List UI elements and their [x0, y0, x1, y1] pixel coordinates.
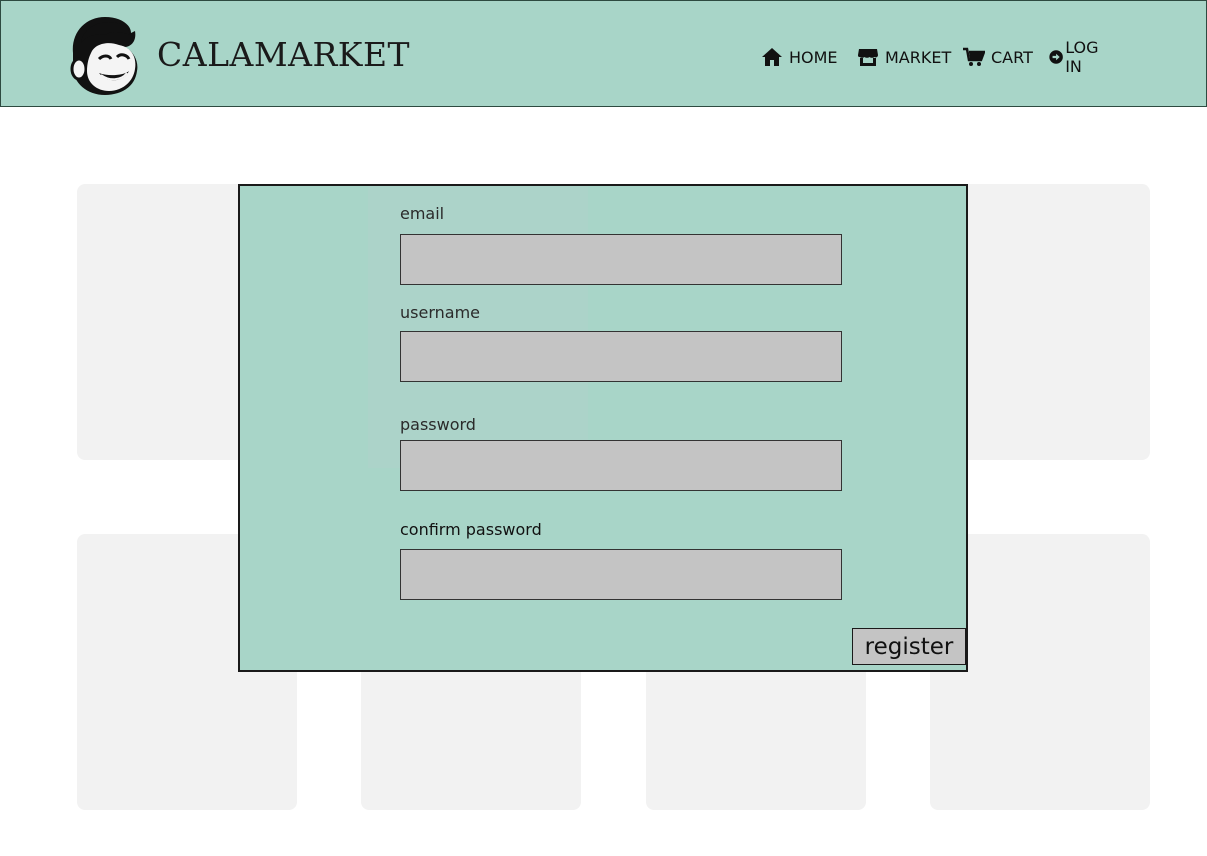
nav-home-label: HOME: [789, 47, 838, 67]
monkey-mascot-icon[interactable]: [65, 13, 145, 97]
nav-home[interactable]: HOME: [761, 41, 838, 73]
username-label: username: [400, 303, 480, 322]
site-header: CALAMARKET HOME MARKET CART LOG IN: [0, 0, 1207, 107]
cart-icon: [963, 47, 985, 66]
nav-cart[interactable]: CART: [963, 41, 1033, 73]
nav-market-label: MARKET: [885, 47, 952, 67]
login-arrow-icon: [1049, 50, 1063, 64]
nav-login[interactable]: LOG IN: [1049, 38, 1104, 76]
email-field[interactable]: [400, 234, 842, 285]
username-field[interactable]: [400, 331, 842, 382]
register-modal: email username password confirm password…: [238, 184, 968, 672]
brand-name[interactable]: CALAMARKET: [157, 35, 410, 74]
password-label: password: [400, 415, 476, 434]
confirm-password-label: confirm password: [400, 520, 542, 539]
email-label: email: [400, 204, 445, 223]
nav-cart-label: CART: [991, 47, 1033, 67]
confirm-password-field[interactable]: [400, 549, 842, 600]
nav-login-label: LOG IN: [1065, 38, 1099, 76]
register-button[interactable]: register: [852, 628, 966, 665]
store-icon: [858, 49, 878, 66]
password-field[interactable]: [400, 440, 842, 491]
home-icon: [762, 48, 782, 66]
nav-market[interactable]: MARKET: [857, 41, 951, 73]
